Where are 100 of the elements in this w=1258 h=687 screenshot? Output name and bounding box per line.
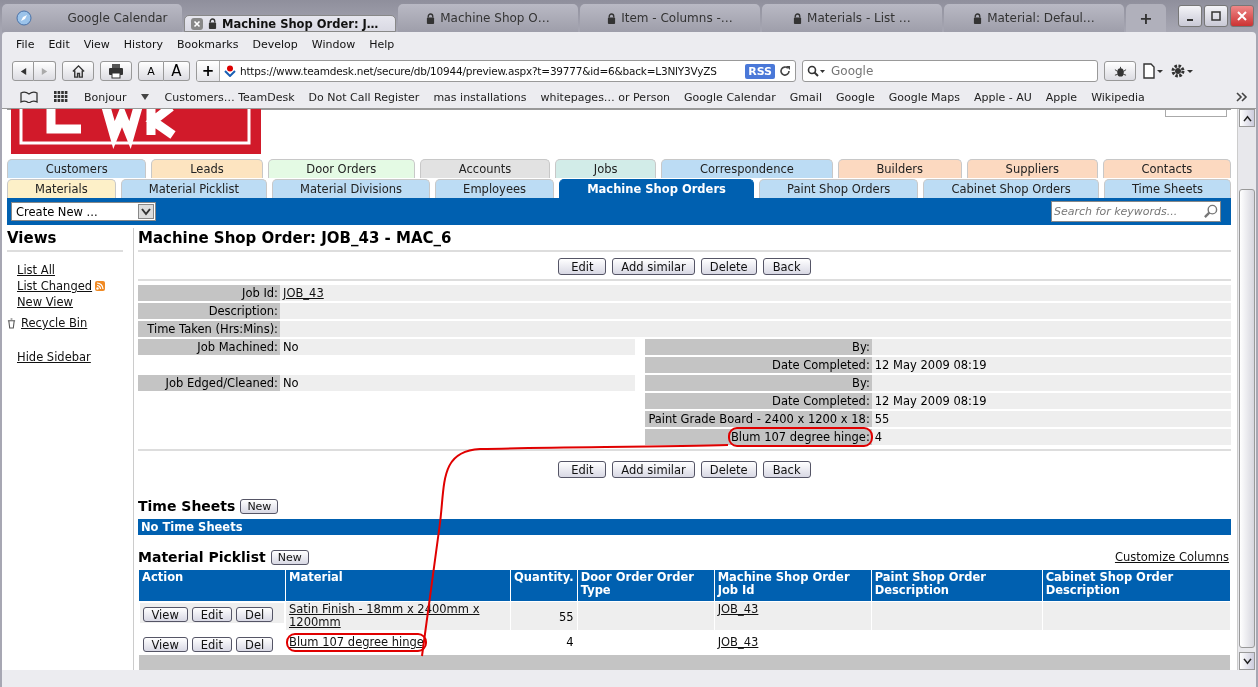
nav-tab[interactable]: Material Picklist — [120, 179, 268, 198]
menu-item[interactable]: Window — [304, 37, 363, 51]
sidebar-link[interactable]: Recycle Bin — [21, 316, 88, 330]
nav-tab[interactable]: Correspondence — [661, 159, 833, 178]
action-button[interactable]: Add similar — [612, 258, 695, 275]
browser-tab[interactable]: Material: Defaul… — [944, 4, 1124, 32]
bookmark-item[interactable]: Apple — [1045, 90, 1078, 104]
action-button[interactable]: Add similar — [612, 461, 695, 478]
nav-tab[interactable]: Employees — [435, 179, 555, 198]
nav-tab[interactable]: Material Divisions — [272, 179, 431, 198]
settings-icon[interactable] — [1170, 63, 1194, 79]
new-tab-button[interactable]: + — [1126, 4, 1166, 32]
nav-tab[interactable]: Machine Shop Orders — [559, 179, 754, 198]
nav-tab[interactable]: Door Orders — [267, 159, 416, 178]
more-bookmarks-icon[interactable] — [1236, 92, 1248, 102]
bookmark-item[interactable]: Do Not Call Register — [308, 90, 420, 104]
close-button[interactable] — [1230, 5, 1254, 27]
book-icon[interactable] — [20, 91, 38, 103]
nav-tab[interactable]: Cabinet Shop Orders — [923, 179, 1099, 198]
nav-tab[interactable]: Time Sheets — [1103, 179, 1231, 198]
bookmark-item[interactable]: Google Maps — [888, 90, 960, 104]
site-icon — [224, 65, 236, 77]
create-new-dropdown[interactable]: Create New ... — [11, 202, 156, 221]
nav-tab[interactable]: Builders — [837, 159, 962, 178]
dropdown-arrow-icon[interactable] — [140, 94, 149, 100]
menu-item[interactable]: History — [116, 37, 170, 51]
menu-item[interactable]: Edit — [41, 37, 77, 51]
action-button[interactable]: Back — [762, 461, 811, 478]
sidebar-link[interactable]: List All — [17, 263, 55, 277]
bug-icon — [1113, 64, 1127, 78]
menu-item[interactable]: Bookmarks — [170, 37, 246, 51]
rss-badge[interactable]: RSS — [745, 63, 775, 79]
scroll-down-icon[interactable] — [1242, 657, 1252, 665]
home-button[interactable] — [62, 61, 94, 81]
browser-tab[interactable]: Machine Shop Order: J… — [184, 15, 396, 32]
scrollbar[interactable] — [1237, 109, 1256, 670]
customize-columns-link[interactable]: Customize Columns — [1114, 550, 1231, 564]
scroll-up-icon[interactable] — [1242, 114, 1252, 122]
field-value: 4 — [874, 430, 883, 444]
bookmark-item[interactable]: Google — [835, 90, 875, 104]
action-button[interactable]: Delete — [700, 258, 757, 275]
row-action-button[interactable]: View — [142, 607, 188, 622]
nav-tab[interactable]: Suppliers — [966, 159, 1098, 178]
grid-icon[interactable] — [54, 91, 68, 103]
new-button[interactable]: New — [270, 549, 309, 565]
page-menu-icon[interactable] — [1142, 63, 1164, 79]
browser-tab[interactable]: Google Calendar — [2, 4, 182, 32]
bookmark-item[interactable]: Wikipedia — [1091, 90, 1145, 104]
menu-item[interactable]: File — [9, 37, 42, 51]
keyword-search-field[interactable]: Search for keywords... — [1051, 201, 1221, 222]
browser-tab[interactable]: Machine Shop O… — [398, 4, 578, 32]
maximize-button[interactable] — [1204, 5, 1228, 27]
row-action-button[interactable]: Del — [236, 636, 274, 652]
sidebar-link[interactable]: Hide Sidebar — [17, 350, 91, 364]
browser-tab[interactable]: Item - Columns -… — [580, 4, 760, 32]
action-button[interactable]: Edit — [558, 258, 607, 275]
bookmark-item[interactable]: Customers… TeamDesk — [164, 90, 295, 104]
browser-tab[interactable]: Materials - List … — [762, 4, 942, 32]
bookmark-item[interactable]: whitepages… or Person — [540, 90, 671, 104]
reload-icon[interactable] — [779, 65, 791, 77]
close-icon[interactable] — [191, 17, 203, 30]
back-arrow-icon — [18, 66, 28, 76]
field-link[interactable]: JOB_43 — [283, 286, 324, 300]
nav-tab[interactable]: Materials — [7, 179, 116, 198]
nav-tab[interactable]: Accounts — [420, 159, 551, 178]
nav-tab[interactable]: Customers — [7, 159, 147, 178]
minimize-button[interactable] — [1178, 5, 1202, 27]
new-button[interactable]: New — [240, 498, 279, 514]
nav-tab[interactable]: Jobs — [555, 159, 657, 178]
bookmark-item[interactable]: Gmail — [789, 90, 822, 104]
print-button[interactable] — [100, 61, 132, 81]
row-action-button[interactable]: View — [142, 636, 188, 652]
action-button[interactable]: Delete — [700, 461, 757, 478]
address-bar[interactable]: + https://www.teamdesk.net/secure/db/10944/preview.aspx?t=39777&id=6&back=L3NlY3VyZS RSS — [196, 60, 796, 82]
menu-item[interactable]: Develop — [245, 37, 305, 51]
job-id-link[interactable]: JOB_43 — [717, 603, 759, 616]
bookmark-item[interactable]: Google Calendar — [684, 90, 776, 104]
text-bigger-button[interactable]: A — [164, 61, 190, 81]
row-action-button[interactable]: Del — [236, 607, 274, 622]
menu-item[interactable]: Help — [362, 37, 402, 51]
search-icon[interactable] — [1203, 204, 1218, 219]
job-id-link[interactable]: JOB_43 — [717, 636, 759, 649]
action-button[interactable]: Edit — [558, 461, 607, 478]
sidebar-link[interactable]: New View — [17, 295, 74, 309]
bug-button[interactable] — [1104, 61, 1136, 81]
action-button[interactable]: Back — [762, 258, 811, 275]
text-smaller-button[interactable]: A — [138, 61, 164, 81]
nav-tab[interactable]: Paint Shop Orders — [758, 179, 919, 198]
bookmark-item[interactable]: mas installations — [433, 90, 527, 104]
bookmark-item[interactable]: Bonjour — [84, 90, 127, 104]
add-bookmark-button[interactable]: + — [197, 61, 220, 81]
menu-item[interactable]: View — [76, 37, 117, 51]
sidebar-link[interactable]: List Changed — [17, 279, 93, 293]
nav-tab[interactable]: Leads — [151, 159, 263, 178]
row-action-button[interactable]: Edit — [191, 636, 233, 652]
nav-tab[interactable]: Contacts — [1102, 159, 1231, 178]
search-field[interactable]: Google — [802, 60, 1098, 82]
row-action-button[interactable]: Edit — [191, 607, 233, 622]
back-button[interactable] — [12, 61, 34, 81]
bookmark-item[interactable]: Apple - AU — [973, 90, 1032, 104]
